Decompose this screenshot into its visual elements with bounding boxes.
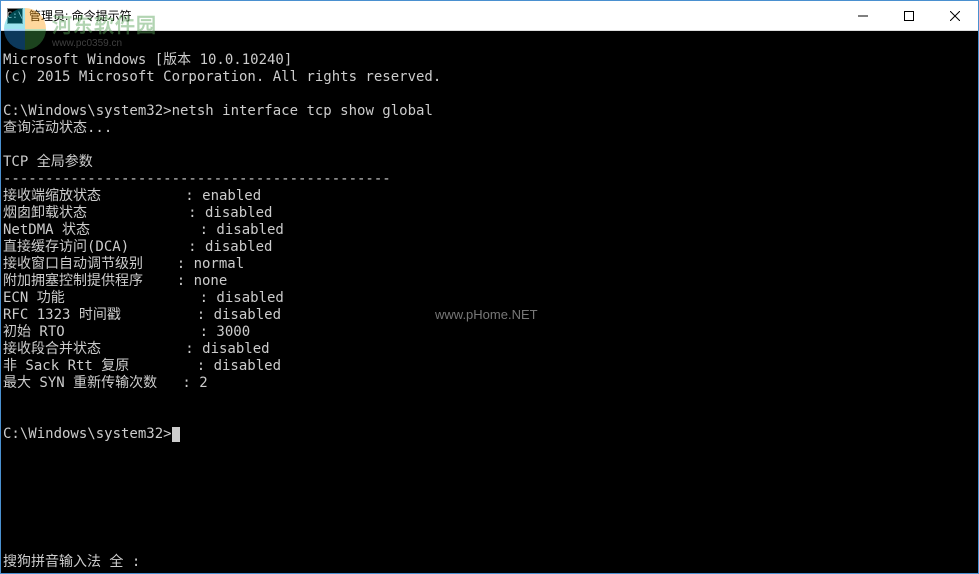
command-text: netsh interface tcp show global — [172, 103, 433, 119]
maximize-button[interactable] — [886, 1, 932, 31]
command-prompt-window: C:\ 管理员: 命令提示符 Microsoft Windows [版本 10.… — [0, 0, 979, 574]
banner-line: (c) 2015 Microsoft Corporation. All righ… — [3, 69, 441, 85]
prompt: C:\Windows\system32> — [3, 426, 172, 442]
titlebar[interactable]: C:\ 管理员: 命令提示符 — [1, 1, 978, 31]
divider: ----------------------------------------… — [3, 171, 391, 187]
prompt: C:\Windows\system32> — [3, 103, 172, 119]
status-line: 查询活动状态... — [3, 120, 112, 136]
window-title: 管理员: 命令提示符 — [29, 7, 132, 24]
watermark: www.pHome.NET — [435, 306, 538, 323]
cursor — [172, 427, 180, 442]
window-controls — [840, 1, 978, 31]
banner-line: Microsoft Windows [版本 10.0.10240] — [3, 52, 292, 68]
close-button[interactable] — [932, 1, 978, 31]
cmd-icon: C:\ — [7, 8, 23, 24]
terminal-area[interactable]: Microsoft Windows [版本 10.0.10240] (c) 20… — [1, 31, 978, 573]
minimize-button[interactable] — [840, 1, 886, 31]
params-block: 接收端缩放状态 : enabled 烟囱卸载状态 : disabled NetD… — [3, 188, 284, 391]
section-title: TCP 全局参数 — [3, 154, 93, 170]
ime-status: 搜狗拼音输入法 全 : — [3, 554, 140, 571]
